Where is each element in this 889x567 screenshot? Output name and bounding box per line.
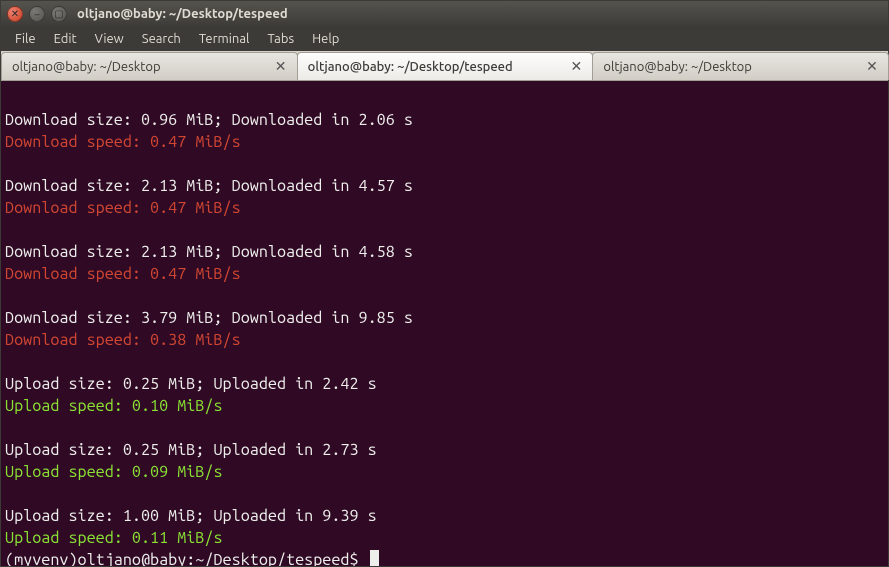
minimize-icon[interactable]: –: [29, 6, 45, 22]
close-icon[interactable]: ✕: [568, 58, 584, 75]
cursor-icon: [370, 550, 379, 566]
terminal-window: ✕ – ▢ oltjano@baby: ~/Desktop/tespeed Fi…: [0, 0, 889, 567]
blank-line: [5, 483, 884, 505]
blank-line: [5, 219, 884, 241]
output-line: Upload size: 1.00 MiB; Uploaded in 9.39 …: [5, 505, 884, 527]
blank-line: [5, 285, 884, 307]
speed-line: Download speed: 0.47 MiB/s: [5, 197, 884, 219]
speed-line: Upload speed: 0.11 MiB/s: [5, 527, 884, 549]
tab-2[interactable]: oltjano@baby: ~/Desktop/tespeed ✕: [297, 52, 594, 80]
close-icon[interactable]: ✕: [7, 6, 23, 22]
output-line: Download size: 2.13 MiB; Downloaded in 4…: [5, 241, 884, 263]
output-line: Download size: 0.96 MiB; Downloaded in 2…: [5, 109, 884, 131]
blank-line: [5, 417, 884, 439]
terminal-output[interactable]: Download size: 0.96 MiB; Downloaded in 2…: [1, 81, 888, 566]
blank-line: [5, 87, 884, 109]
speed-line: Download speed: 0.47 MiB/s: [5, 131, 884, 153]
menubar: File Edit View Search Terminal Tabs Help: [1, 27, 888, 51]
maximize-icon[interactable]: ▢: [51, 6, 67, 22]
menu-file[interactable]: File: [7, 30, 44, 48]
speed-line: Download speed: 0.47 MiB/s: [5, 263, 884, 285]
tab-label: oltjano@baby: ~/Desktop/tespeed: [308, 60, 513, 74]
menu-search[interactable]: Search: [134, 30, 189, 48]
speed-line: Upload speed: 0.09 MiB/s: [5, 461, 884, 483]
titlebar[interactable]: ✕ – ▢ oltjano@baby: ~/Desktop/tespeed: [1, 1, 888, 27]
speed-line: Download speed: 0.38 MiB/s: [5, 329, 884, 351]
prompt-text: (myvenv)oltjano@baby:~/Desktop/tespeed$: [5, 551, 368, 566]
blank-line: [5, 153, 884, 175]
menu-view[interactable]: View: [87, 30, 132, 48]
tab-label: oltjano@baby: ~/Desktop: [603, 60, 752, 74]
speed-line: Upload speed: 0.10 MiB/s: [5, 395, 884, 417]
blank-line: [5, 351, 884, 373]
output-line: Upload size: 0.25 MiB; Uploaded in 2.42 …: [5, 373, 884, 395]
output-line: Download size: 2.13 MiB; Downloaded in 4…: [5, 175, 884, 197]
menu-tabs[interactable]: Tabs: [259, 30, 302, 48]
menu-edit[interactable]: Edit: [46, 30, 85, 48]
window-title: oltjano@baby: ~/Desktop/tespeed: [77, 7, 288, 21]
close-icon[interactable]: ✕: [273, 58, 289, 75]
output-line: Upload size: 0.25 MiB; Uploaded in 2.73 …: [5, 439, 884, 461]
window-controls: ✕ – ▢: [7, 6, 67, 22]
menu-help[interactable]: Help: [304, 30, 347, 48]
tabbar: oltjano@baby: ~/Desktop ✕ oltjano@baby: …: [1, 51, 888, 81]
menu-terminal[interactable]: Terminal: [191, 30, 258, 48]
output-line: Download size: 3.79 MiB; Downloaded in 9…: [5, 307, 884, 329]
tab-1[interactable]: oltjano@baby: ~/Desktop ✕: [1, 52, 298, 80]
close-icon[interactable]: ✕: [864, 58, 880, 75]
tab-3[interactable]: oltjano@baby: ~/Desktop ✕: [592, 52, 889, 80]
prompt-line[interactable]: (myvenv)oltjano@baby:~/Desktop/tespeed$: [5, 549, 884, 566]
tab-label: oltjano@baby: ~/Desktop: [12, 60, 161, 74]
